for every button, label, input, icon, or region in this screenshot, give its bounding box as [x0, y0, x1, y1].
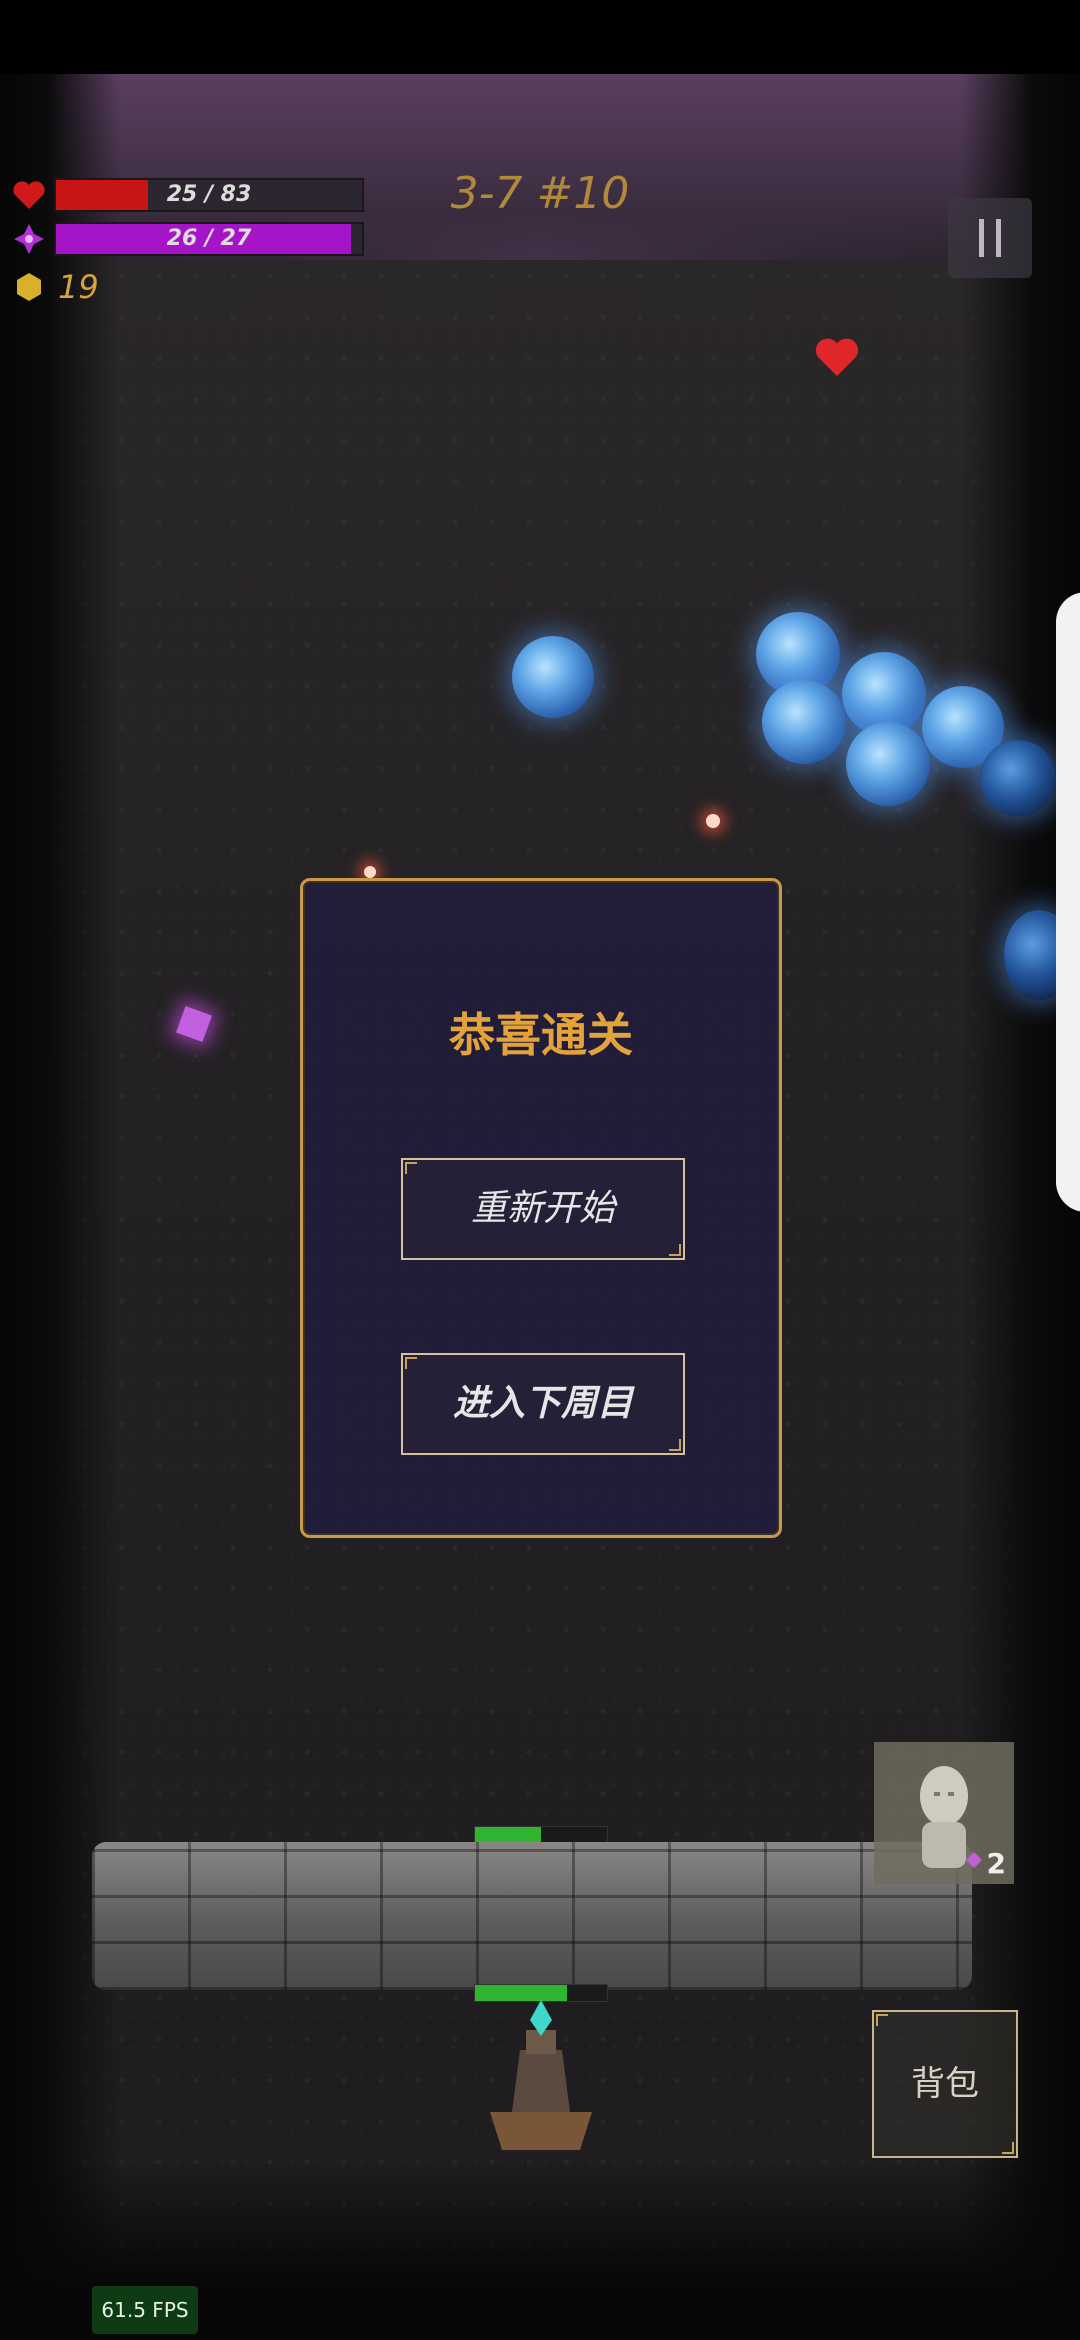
heart-pickup: [814, 336, 860, 382]
next-cycle-button[interactable]: 进入下周目: [401, 1353, 685, 1455]
restart-button[interactable]: 重新开始: [401, 1158, 685, 1260]
energy-orb: [762, 680, 846, 764]
gold-count: 19: [58, 268, 99, 306]
energy-orb: [980, 740, 1056, 816]
stone-wall: [92, 1842, 972, 1990]
energy-orb: [512, 636, 594, 718]
gold-row: 19: [12, 268, 99, 306]
health-bar: 25 / 83: [54, 178, 364, 212]
health-row: 25 / 83: [12, 178, 364, 212]
coin-icon: [12, 270, 46, 304]
pause-button[interactable]: [948, 198, 1032, 278]
statue-card[interactable]: 2: [874, 1742, 1014, 1884]
pause-icon: [979, 219, 984, 257]
mana-row: 26 / 27: [12, 222, 364, 256]
status-bar: [0, 0, 1080, 74]
game-scene: 25 / 83 26 / 27 19 3-7 #10 恭喜通关 重新开始 进入下…: [0, 0, 1080, 2340]
stage-clear-dialog: 恭喜通关 重新开始 进入下周目: [300, 878, 782, 1538]
mana-bar: 26 / 27: [54, 222, 364, 256]
fps-counter: 61.5 FPS: [92, 2286, 198, 2334]
right-foliage: [960, 74, 1080, 2340]
level-indicator: 3-7 #10: [450, 168, 630, 219]
mana-crystal-icon: [12, 222, 46, 256]
wall-health-fill: [475, 1827, 541, 1843]
tower: [482, 2000, 600, 2150]
left-foliage: [0, 74, 120, 2340]
fire-spark: [706, 814, 720, 828]
edge-panel-handle[interactable]: [1056, 592, 1080, 1212]
tower-health-fill: [475, 1985, 568, 2001]
health-text: 25 / 83: [166, 182, 252, 207]
statue-count: 2: [986, 1847, 1006, 1880]
mana-text: 26 / 27: [166, 226, 252, 251]
fire-spark: [364, 866, 376, 878]
heart-icon: [12, 178, 46, 212]
dialog-title: 恭喜通关: [449, 1008, 633, 1062]
bag-button[interactable]: 背包: [872, 2010, 1018, 2158]
energy-orb: [846, 722, 930, 806]
